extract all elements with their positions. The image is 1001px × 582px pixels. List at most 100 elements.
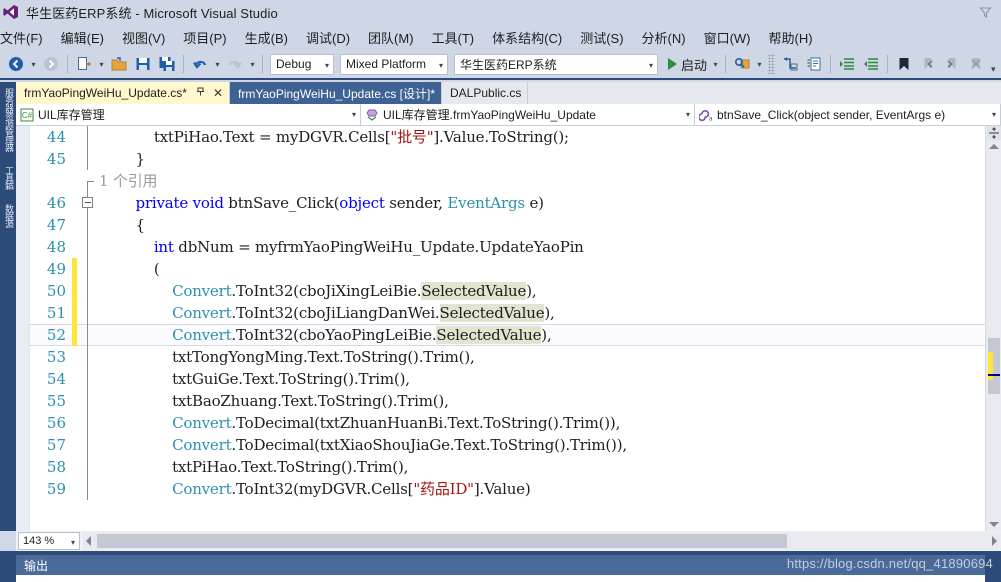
pin-icon[interactable]	[195, 86, 206, 100]
comment-selection-icon[interactable]	[803, 53, 825, 75]
next-bookmark-icon[interactable]	[941, 53, 963, 75]
outline-margin[interactable]	[77, 456, 99, 478]
navigate-back-icon[interactable]	[5, 53, 27, 75]
zoom-combo[interactable]: 143 % ▾	[18, 532, 80, 550]
menu-test[interactable]: 测试(S)	[571, 25, 632, 50]
split-view-icon[interactable]	[987, 126, 1001, 140]
code-line[interactable]: 59 Convert.ToInt32(myDGVR.Cells["药品ID"].…	[30, 478, 985, 500]
editor-vertical-scrollbar[interactable]	[985, 126, 1001, 531]
previous-bookmark-icon[interactable]	[917, 53, 939, 75]
dock-tab-toolbox[interactable]: 工具箱	[1, 166, 15, 190]
code-line[interactable]: 55 txtBaoZhuang.Text.ToString().Trim(),	[30, 390, 985, 412]
scroll-up-icon[interactable]	[989, 144, 999, 149]
find-dropdown[interactable]: ▾	[754, 53, 765, 75]
dock-tab-data-sources[interactable]: 数据源	[1, 204, 15, 228]
start-debug-button[interactable]: 启动	[665, 53, 710, 75]
menu-help[interactable]: 帮助(H)	[760, 25, 822, 50]
new-item-dropdown[interactable]: ▾	[96, 53, 107, 75]
toolbar-separator	[262, 55, 263, 73]
tab-frmyaopingweihu-update-designer[interactable]: frmYaoPingWeiHu_Update.cs [设计]*	[230, 82, 443, 104]
outline-margin[interactable]	[77, 302, 99, 324]
codelens-row[interactable]: 1 个引用	[30, 170, 985, 192]
toolbar-drag-handle[interactable]	[768, 54, 776, 74]
clear-bookmarks-icon[interactable]	[965, 53, 987, 75]
outline-collapse-toggle[interactable]	[77, 192, 99, 214]
toolbar-overflow-icon[interactable]: ▾	[991, 64, 996, 75]
scroll-right-icon[interactable]	[992, 536, 997, 546]
code-line[interactable]: 49 (	[30, 258, 985, 280]
undo-icon[interactable]	[189, 53, 211, 75]
scroll-down-icon[interactable]	[989, 522, 999, 527]
save-icon[interactable]	[132, 53, 154, 75]
code-line[interactable]: 50 Convert.ToInt32(cboJiXingLeiBie.Selec…	[30, 280, 985, 302]
bookmark-icon[interactable]	[893, 53, 915, 75]
decrease-indent-icon[interactable]	[860, 53, 882, 75]
outline-margin[interactable]	[77, 368, 99, 390]
menu-tools[interactable]: 工具(T)	[423, 25, 484, 50]
menu-debug[interactable]: 调试(D)	[297, 25, 359, 50]
menu-architecture[interactable]: 体系结构(C)	[483, 25, 571, 50]
editor-horizontal-scrollbar[interactable]	[83, 532, 1001, 550]
start-debug-dropdown[interactable]: ▾	[710, 53, 721, 75]
navigate-back-dropdown[interactable]: ▾	[28, 53, 39, 75]
code-line[interactable]: 44 txtPiHao.Text = myDGVR.Cells["批号"].Va…	[30, 126, 985, 148]
outline-margin[interactable]	[77, 280, 99, 302]
increase-indent-icon[interactable]	[836, 53, 858, 75]
navbar-project-combo[interactable]: C# UIL库存管理 ▾	[16, 104, 361, 125]
open-file-icon[interactable]	[108, 53, 130, 75]
outline-margin[interactable]	[77, 434, 99, 456]
find-in-files-icon[interactable]	[731, 53, 753, 75]
scroll-left-icon[interactable]	[86, 536, 91, 546]
solution-platform-combo[interactable]: Mixed Platform ▾	[340, 53, 448, 75]
outline-margin[interactable]	[77, 126, 99, 148]
code-line[interactable]: 45 }	[30, 148, 985, 170]
startup-project-combo[interactable]: 华生医药ERP系统 ▾	[454, 53, 658, 75]
navbar-type-combo[interactable]: UIL库存管理.frmYaoPingWeiHu_Update ▾	[361, 104, 695, 125]
dock-tab-server-explorer[interactable]: 服务器资源管理器	[1, 88, 15, 152]
outline-margin[interactable]	[77, 478, 99, 500]
outline-margin[interactable]	[77, 346, 99, 368]
menu-team[interactable]: 团队(M)	[359, 25, 423, 50]
tab-dalpublic-cs[interactable]: DALPublic.cs	[442, 82, 529, 104]
menu-edit[interactable]: 编辑(E)	[52, 25, 113, 50]
solution-configuration-combo[interactable]: Debug ▾	[270, 53, 334, 75]
outline-margin[interactable]	[77, 324, 99, 346]
menu-project[interactable]: 项目(P)	[174, 25, 235, 50]
new-item-icon[interactable]	[73, 53, 95, 75]
code-line[interactable]: 57 Convert.ToDecimal(txtXiaoShouJiaGe.Te…	[30, 434, 985, 456]
outline-margin[interactable]	[77, 258, 99, 280]
menu-build[interactable]: 生成(B)	[236, 25, 297, 50]
code-line[interactable]: 58 txtPiHao.Text.ToString().Trim(),	[30, 456, 985, 478]
close-icon[interactable]: ✕	[213, 86, 223, 100]
redo-dropdown[interactable]: ▾	[247, 53, 258, 75]
navbar-member-combo[interactable]: a btnSave_Click(object sender, EventArgs…	[695, 104, 1001, 125]
outline-margin[interactable]	[77, 412, 99, 434]
menu-view[interactable]: 视图(V)	[113, 25, 174, 50]
code-line[interactable]: 51 Convert.ToInt32(cboJiLiangDanWei.Sele…	[30, 302, 985, 324]
navigate-forward-icon[interactable]	[40, 53, 62, 75]
outline-margin[interactable]	[77, 214, 99, 236]
code-line[interactable]: 48 int dbNum = myfrmYaoPingWeiHu_Update.…	[30, 236, 985, 258]
codelens-reference-count[interactable]: 1 个引用	[99, 170, 985, 192]
code-line[interactable]: 53 txtTongYongMing.Text.ToString().Trim(…	[30, 346, 985, 368]
step-into-icon[interactable]	[779, 53, 801, 75]
outline-margin[interactable]	[77, 236, 99, 258]
menu-file[interactable]: 文件(F)	[0, 25, 52, 50]
code-editor[interactable]: 44 txtPiHao.Text = myDGVR.Cells["批号"].Va…	[16, 126, 1001, 531]
code-line[interactable]: 54 txtGuiGe.Text.ToString().Trim(),	[30, 368, 985, 390]
output-panel-body[interactable]	[16, 575, 985, 582]
filter-triangle-icon[interactable]	[975, 3, 995, 21]
outline-margin[interactable]	[77, 148, 99, 170]
menu-window[interactable]: 窗口(W)	[695, 25, 760, 50]
save-all-icon[interactable]	[156, 53, 178, 75]
code-line[interactable]: 46 private void btnSave_Click(object sen…	[30, 192, 985, 214]
undo-dropdown[interactable]: ▾	[212, 53, 223, 75]
menu-analyze[interactable]: 分析(N)	[633, 25, 695, 50]
hscrollbar-thumb[interactable]	[97, 534, 787, 548]
code-line-current[interactable]: 52 Convert.ToInt32(cboYaoPingLeiBie.Sele…	[30, 324, 985, 346]
code-line[interactable]: 56 Convert.ToDecimal(txtZhuanHuanBi.Text…	[30, 412, 985, 434]
redo-icon[interactable]	[224, 53, 246, 75]
code-line[interactable]: 47 {	[30, 214, 985, 236]
tab-frmyaopingweihu-update-cs[interactable]: frmYaoPingWeiHu_Update.cs* ✕	[16, 82, 231, 104]
outline-margin[interactable]	[77, 390, 99, 412]
